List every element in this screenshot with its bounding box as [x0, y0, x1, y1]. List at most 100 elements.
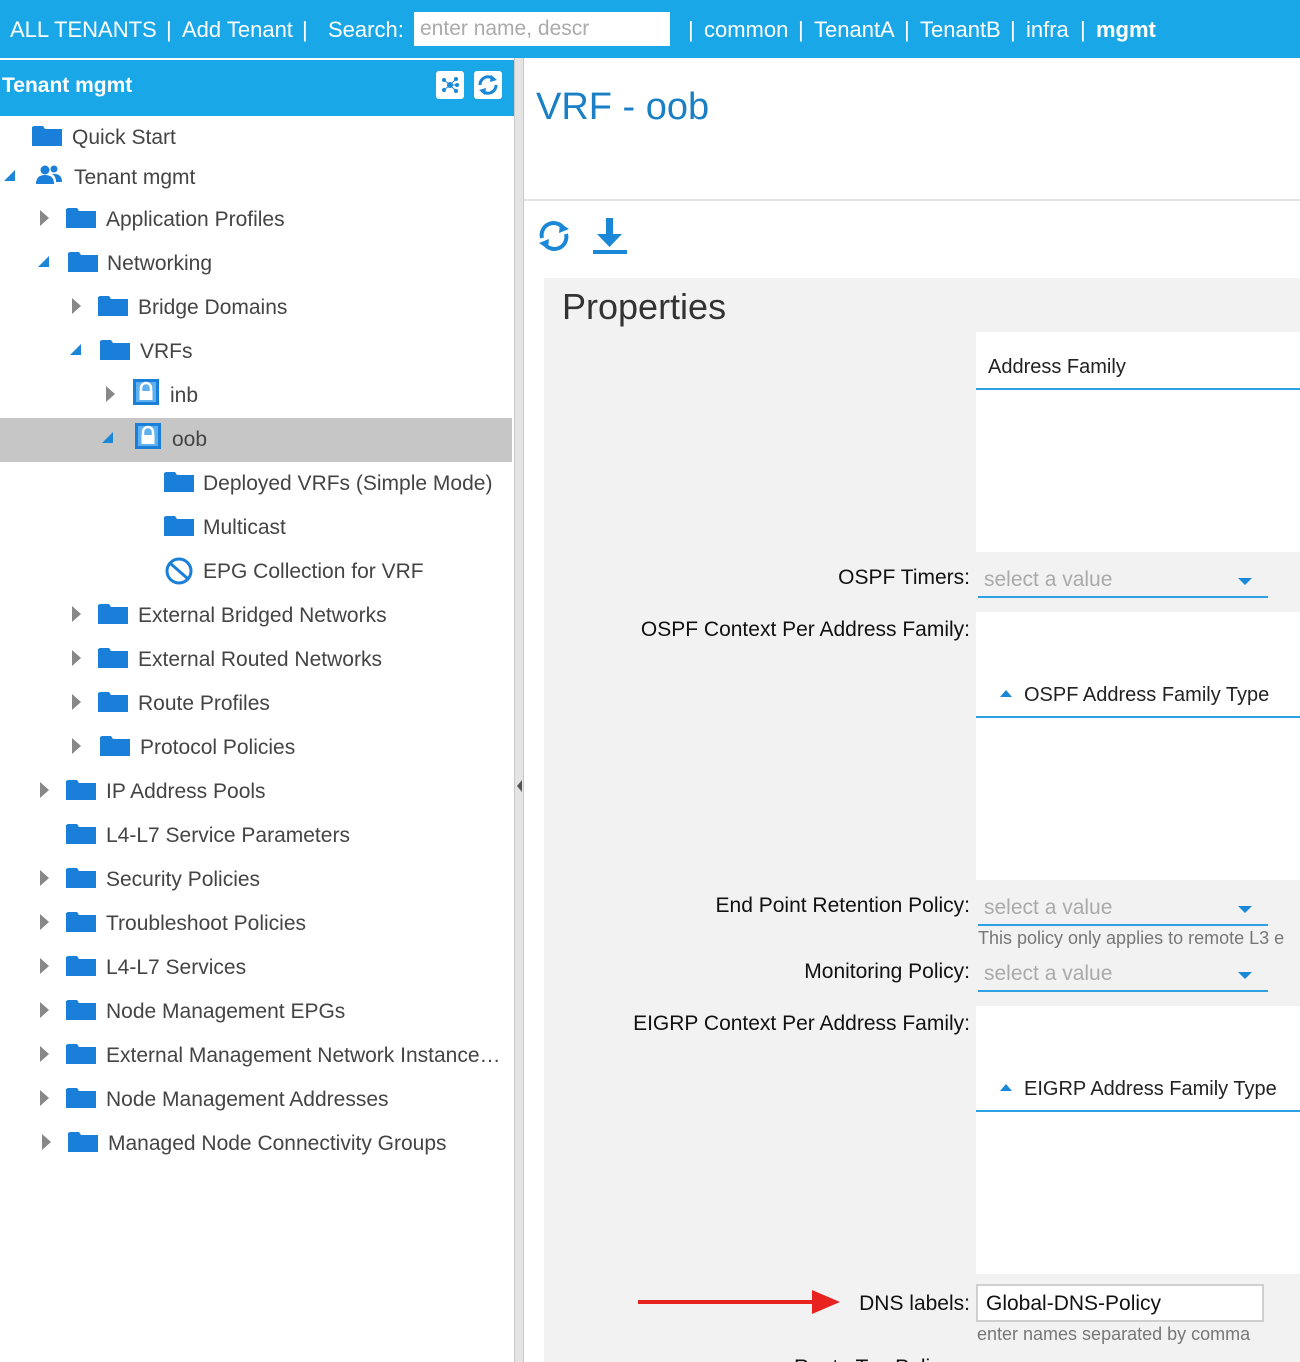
collapse-arrow-icon[interactable]: [40, 1046, 49, 1062]
tree-item[interactable]: Quick Start: [0, 116, 512, 160]
refresh-button[interactable]: [534, 216, 574, 256]
collapse-arrow-icon[interactable]: [40, 782, 49, 798]
expand-arrow-icon[interactable]: [70, 344, 81, 355]
all-tenants-link[interactable]: ALL TENANTS: [10, 17, 157, 43]
tree-item[interactable]: Route Profiles: [0, 682, 512, 726]
users-icon: [34, 164, 64, 186]
tree-item[interactable]: L4-L7 Service Parameters: [0, 814, 512, 858]
dns-labels-hint: enter names separated by comma: [977, 1324, 1251, 1344]
ep-retention-value: select a value: [984, 896, 1113, 919]
folder-icon: [66, 778, 96, 800]
tree-item[interactable]: EPG Collection for VRF: [0, 550, 512, 594]
eigrp-af-type-header[interactable]: EIGRP Address Family Type: [976, 1056, 1300, 1112]
tenant-link-infra[interactable]: infra: [1026, 17, 1069, 43]
expand-arrow-icon[interactable]: [4, 170, 15, 181]
ep-retention-hint: This policy only applies to remote L3 e: [978, 928, 1285, 948]
search-label: Search:: [328, 17, 404, 42]
collapse-arrow-icon[interactable]: [40, 958, 49, 974]
tree-item-label: External Bridged Networks: [138, 604, 387, 627]
tree-item[interactable]: External Management Network Instance…: [0, 1034, 512, 1078]
folder-icon: [66, 1086, 96, 1108]
content-panel: VRF - oob Properties Address Family OSPF…: [524, 58, 1300, 1362]
add-tenant-link[interactable]: Add Tenant: [182, 17, 293, 43]
expand-arrow-icon[interactable]: [38, 256, 49, 267]
address-family-header[interactable]: Address Family: [976, 332, 1300, 390]
tree-item[interactable]: Managed Node Connectivity Groups: [0, 1122, 512, 1166]
tree-item[interactable]: Deployed VRFs (Simple Mode): [0, 462, 512, 506]
collapse-arrow-icon[interactable]: [40, 870, 49, 886]
tree-item[interactable]: Multicast: [0, 506, 512, 550]
tree-item[interactable]: Node Management EPGs: [0, 990, 512, 1034]
tree-item[interactable]: Bridge Domains: [0, 286, 512, 330]
search-input[interactable]: [414, 12, 670, 46]
sort-asc-icon: [1000, 1084, 1012, 1091]
tree-item[interactable]: Application Profiles: [0, 198, 512, 242]
collapse-arrow-icon[interactable]: [72, 650, 81, 666]
collapse-arrow-icon[interactable]: [42, 1134, 51, 1150]
tree-item[interactable]: L4-L7 Services: [0, 946, 512, 990]
monitoring-policy-select[interactable]: select a value: [978, 958, 1268, 992]
chevron-down-icon: [1238, 906, 1252, 913]
folder-icon: [68, 1130, 98, 1152]
tenant-link-tenanta[interactable]: TenantA: [814, 17, 895, 43]
address-family-column[interactable]: Address Family: [988, 356, 1126, 379]
topology-view-button[interactable]: [436, 71, 464, 99]
tenant-link-common[interactable]: common: [704, 17, 788, 43]
eigrp-af-type-column[interactable]: EIGRP Address Family Type: [1024, 1078, 1277, 1101]
tenant-link-mgmt[interactable]: mgmt: [1096, 17, 1156, 43]
panel-splitter[interactable]: [514, 58, 524, 1362]
tree-item-label: IP Address Pools: [106, 780, 266, 803]
annotation-arrow-icon: [638, 1290, 840, 1314]
tenant-link-tenantb[interactable]: TenantB: [920, 17, 1001, 43]
tree-item[interactable]: External Routed Networks: [0, 638, 512, 682]
divider: [524, 199, 1300, 201]
tree-item[interactable]: External Bridged Networks: [0, 594, 512, 638]
tree-item[interactable]: Networking: [0, 242, 512, 286]
folder-icon: [66, 1042, 96, 1064]
tree-item[interactable]: IP Address Pools: [0, 770, 512, 814]
tree-item[interactable]: Security Policies: [0, 858, 512, 902]
tree-item-label: Quick Start: [72, 126, 176, 149]
collapse-arrow-icon[interactable]: [40, 1090, 49, 1106]
collapse-arrow-icon[interactable]: [40, 914, 49, 930]
tree-refresh-button[interactable]: [474, 71, 502, 99]
tree-item[interactable]: inb: [0, 374, 512, 418]
dns-labels-input[interactable]: Global-DNS-Policy: [976, 1284, 1264, 1322]
tree-item-label: Managed Node Connectivity Groups: [108, 1132, 447, 1155]
tree-item[interactable]: oob: [0, 418, 512, 462]
ospf-af-type-column[interactable]: OSPF Address Family Type: [1024, 684, 1269, 707]
ep-retention-select[interactable]: select a value: [978, 892, 1268, 926]
collapse-arrow-icon[interactable]: [72, 738, 81, 754]
tree-item-label: External Routed Networks: [138, 648, 382, 671]
tree-item[interactable]: Tenant mgmt: [0, 156, 512, 200]
collapse-arrow-icon[interactable]: [40, 1002, 49, 1018]
collapse-arrow-icon[interactable]: [106, 386, 115, 402]
tree-item-label: EPG Collection for VRF: [203, 560, 424, 583]
tree-item[interactable]: Protocol Policies: [0, 726, 512, 770]
ospf-timers-select[interactable]: select a value: [978, 564, 1268, 598]
collapse-arrow-icon[interactable]: [72, 298, 81, 314]
tree-item[interactable]: Node Management Addresses: [0, 1078, 512, 1122]
separator: |: [688, 17, 694, 42]
tree-item-label: Tenant mgmt: [74, 166, 196, 189]
ospf-af-type-header[interactable]: OSPF Address Family Type: [976, 662, 1300, 718]
expand-arrow-icon[interactable]: [102, 432, 113, 443]
folder-icon: [98, 294, 128, 316]
properties-title: Properties: [562, 286, 727, 327]
properties-section: Properties Address Family OSPF Timers: s…: [544, 278, 1300, 1362]
tree-item[interactable]: Troubleshoot Policies: [0, 902, 512, 946]
folder-icon: [66, 822, 96, 844]
chevron-down-icon: [1238, 578, 1252, 585]
vrf-lock-icon: [132, 378, 162, 405]
collapse-arrow-icon[interactable]: [72, 694, 81, 710]
folder-icon: [98, 646, 128, 668]
folder-icon: [98, 690, 128, 712]
tree-item[interactable]: VRFs: [0, 330, 512, 374]
tree-header: Tenant mgmt: [0, 60, 514, 116]
collapse-arrow-icon[interactable]: [72, 606, 81, 622]
collapse-arrow-icon[interactable]: [517, 780, 522, 792]
download-button[interactable]: [590, 216, 630, 256]
ospf-timers-value: select a value: [984, 568, 1113, 591]
collapse-arrow-icon[interactable]: [40, 210, 49, 226]
folder-icon: [66, 206, 96, 228]
